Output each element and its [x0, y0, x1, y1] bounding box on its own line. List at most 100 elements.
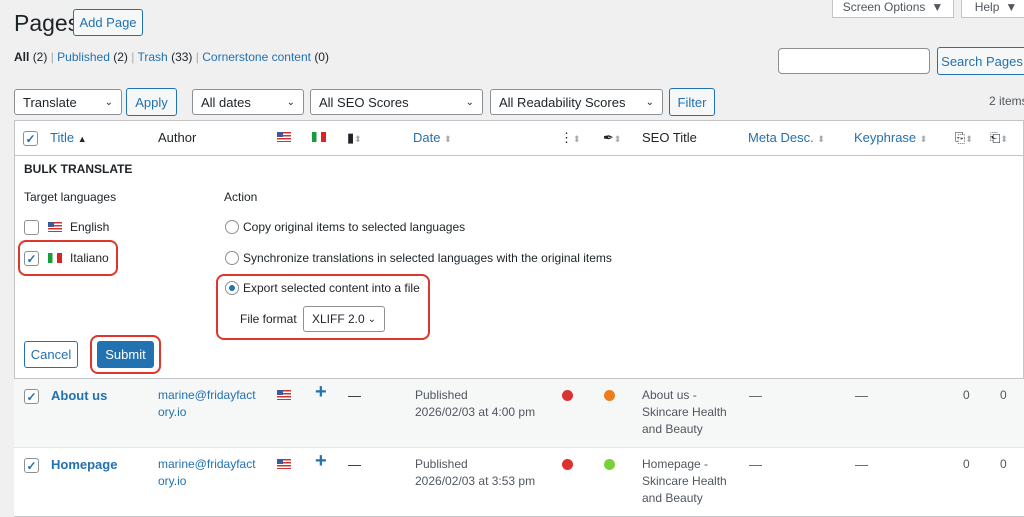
seo-title-line: and Beauty: [642, 422, 703, 436]
row-outgoing-links: 0: [1000, 388, 1007, 402]
chevron-down-icon: ⌄: [645, 96, 654, 108]
view-count: (0): [314, 50, 329, 64]
row-title-link[interactable]: About us: [51, 387, 107, 404]
page-title: Pages: [14, 10, 80, 36]
row-outgoing-links: 0: [1000, 457, 1007, 471]
caret-down-icon: ▼: [1005, 0, 1018, 14]
column-keyphrase-label: Keyphrase: [854, 130, 917, 145]
copy-radio[interactable]: [225, 220, 239, 234]
chevron-down-icon: ⌄: [465, 96, 474, 108]
us-flag-icon[interactable]: [277, 459, 291, 469]
seo-scores-select[interactable]: All SEO Scores ⌄: [310, 89, 483, 115]
help-button[interactable]: Help ▼: [961, 0, 1024, 18]
row-checkbox[interactable]: ✓: [24, 389, 39, 404]
seo-scores-value: All SEO Scores: [319, 94, 409, 110]
view-trash[interactable]: Trash: [138, 50, 168, 64]
bulk-action-select[interactable]: Translate ⌄: [14, 89, 122, 115]
highlight-export: [216, 274, 430, 340]
apply-button[interactable]: Apply: [126, 88, 177, 116]
outgoing-links-icon[interactable]: ⎗⬍: [990, 130, 1008, 146]
chevron-down-icon: ⌄: [104, 96, 113, 108]
dates-value: All dates: [201, 94, 251, 110]
column-keyphrase[interactable]: Keyphrase ⬍: [854, 130, 927, 145]
readability-feather-icon[interactable]: ✒⬍: [603, 130, 621, 146]
author-line: marine@fridayfact: [158, 457, 256, 471]
view-count: (2): [32, 50, 48, 64]
seo-title-line: and Beauty: [642, 491, 703, 505]
view-filters: All (2) | Published (2) | Trash (33) | C…: [14, 50, 329, 64]
seo-score-dot: [562, 390, 573, 401]
english-checkbox[interactable]: [24, 220, 39, 235]
comments-count: —: [348, 388, 361, 403]
select-all-checkbox[interactable]: ✓: [23, 131, 38, 146]
sort-icon: ⬍: [444, 134, 452, 144]
action-label: Action: [224, 190, 258, 204]
comment-icon[interactable]: ▮⬍: [347, 130, 362, 146]
row-checkbox[interactable]: ✓: [24, 458, 39, 473]
seo-title-line: Skincare Health: [642, 474, 727, 488]
seo-title-line: Skincare Health: [642, 405, 727, 419]
help-label: Help: [974, 0, 1000, 14]
us-flag-icon: [277, 132, 291, 142]
row-date-value: 2026/02/03 at 3:53 pm: [415, 474, 536, 488]
comments-count: —: [348, 457, 361, 472]
view-published[interactable]: Published: [57, 50, 110, 64]
column-date-label: Date: [413, 130, 441, 145]
column-title-label: Title: [50, 130, 75, 145]
sort-icon: ⬍: [817, 134, 825, 144]
screen-options-button[interactable]: Screen Options ▼: [832, 0, 954, 18]
search-input[interactable]: [778, 48, 930, 74]
it-flag-icon: [312, 132, 326, 142]
row-keyphrase: —: [855, 457, 868, 472]
copy-label: Copy original items to selected language…: [243, 220, 466, 234]
column-date[interactable]: Date ⬍: [413, 130, 452, 145]
row-author-link[interactable]: marine@fridayfact ory.io: [158, 456, 256, 490]
caret-down-icon: ▼: [931, 0, 944, 14]
target-languages-label: Target languages: [24, 190, 117, 204]
column-meta-label: Meta Desc.: [748, 130, 814, 145]
view-count: (2): [113, 50, 128, 64]
search-pages-button[interactable]: Search Pages: [937, 47, 1024, 75]
row-incoming-links: 0: [963, 457, 970, 471]
column-seo-title: SEO Title: [642, 130, 697, 145]
row-title-link[interactable]: Homepage: [51, 456, 117, 473]
view-count: (33): [171, 50, 193, 64]
author-line: ory.io: [158, 474, 187, 488]
seo-score-icon[interactable]: ⋮⬍: [560, 130, 581, 146]
readability-select[interactable]: All Readability Scores ⌄: [490, 89, 663, 115]
table-row: ✓ About us marine@fridayfact ory.io + — P…: [14, 378, 1024, 447]
column-author: Author: [158, 130, 197, 145]
row-incoming-links: 0: [963, 388, 970, 402]
column-title[interactable]: Title ▲: [50, 130, 87, 145]
row-author-link[interactable]: marine@fridayfact ory.io: [158, 387, 256, 421]
row-seo-title: About us - Skincare Health and Beauty: [642, 387, 727, 438]
row-meta-desc: —: [749, 388, 762, 403]
add-page-button[interactable]: Add Page: [73, 9, 143, 36]
synchronize-radio[interactable]: [225, 251, 239, 265]
readability-score-dot: [604, 459, 615, 470]
view-all[interactable]: All: [14, 50, 29, 64]
us-flag-icon[interactable]: [277, 390, 291, 400]
english-label: English: [70, 220, 110, 234]
row-date: Published 2026/02/03 at 3:53 pm: [415, 456, 535, 490]
highlight-submit: [90, 335, 161, 374]
row-status: Published: [415, 388, 468, 402]
cancel-button[interactable]: Cancel: [24, 341, 78, 368]
view-cornerstone[interactable]: Cornerstone content: [202, 50, 311, 64]
add-translation-icon[interactable]: +: [315, 382, 327, 402]
sort-icon: ⬍: [919, 134, 928, 144]
items-count: 2 items: [989, 94, 1024, 108]
row-keyphrase: —: [855, 388, 868, 403]
column-meta-desc[interactable]: Meta Desc. ⬍: [748, 130, 825, 145]
row-status: Published: [415, 457, 468, 471]
screen-options-label: Screen Options: [842, 0, 926, 14]
filter-button[interactable]: Filter: [669, 88, 715, 116]
incoming-links-icon[interactable]: ⎘⬍: [955, 130, 973, 146]
dates-select[interactable]: All dates ⌄: [192, 89, 304, 115]
readability-score-dot: [604, 390, 615, 401]
synchronize-label: Synchronize translations in selected lan…: [243, 251, 612, 265]
chevron-down-icon: ⌄: [286, 96, 295, 108]
us-flag-icon: [48, 222, 62, 232]
add-translation-icon[interactable]: +: [315, 451, 327, 471]
highlight-italiano: [18, 240, 118, 276]
